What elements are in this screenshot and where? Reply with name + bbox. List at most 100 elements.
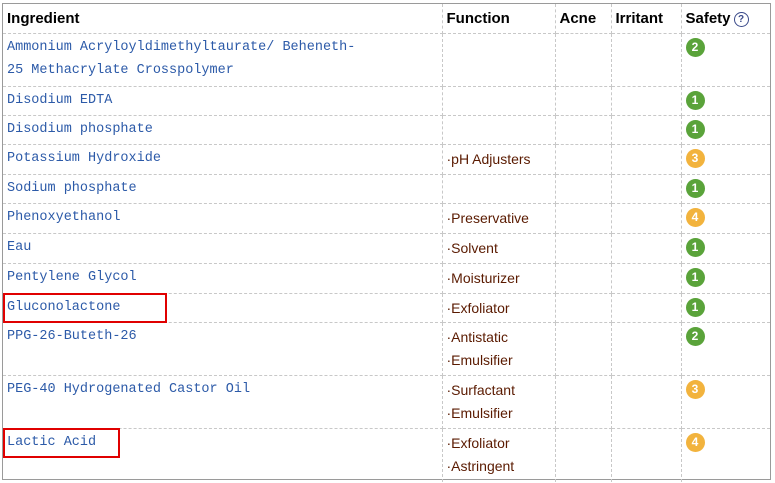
table-row: PPG-26-Buteth-26 ·Antistatic ·Emulsifier 2: [3, 322, 770, 376]
table-row: Sodium phosphate 1: [3, 174, 770, 204]
function-label: ·Antistatic: [446, 329, 508, 345]
ingredient-link[interactable]: Phenoxyethanol: [7, 204, 442, 230]
function-label: ·Exfoliator: [446, 435, 510, 451]
irritant-cell: [611, 233, 682, 264]
function-cell: ·Exfoliator ·Astringent: [442, 428, 556, 482]
ingredient-table-frame: Ingredient Function Acne Irritant Safety…: [2, 3, 771, 482]
safety-score-badge: 1: [685, 91, 705, 110]
irritant-cell: [611, 293, 682, 323]
acne-cell: [555, 322, 612, 376]
ingredient-cell: Disodium EDTA: [3, 86, 443, 116]
ingredient-link[interactable]: Potassium Hydroxide: [7, 145, 442, 171]
table-row: Gluconolactone ·Exfoliator 1: [3, 293, 770, 323]
safety-score-badge: 1: [685, 120, 705, 139]
ingredient-cell: Gluconolactone: [3, 293, 443, 323]
acne-cell: [555, 144, 612, 175]
ingredient-link[interactable]: Lactic Acid: [7, 429, 442, 455]
header-ingredient-label: Ingredient: [7, 10, 80, 27]
ingredient-cell: Sodium phosphate: [3, 174, 443, 204]
ingredient-link[interactable]: PPG-26-Buteth-26: [7, 323, 442, 349]
header-acne: Acne: [555, 4, 612, 34]
safety-score-badge: 1: [685, 179, 705, 198]
table-row: Potassium Hydroxide ·pH Adjusters 3: [3, 144, 770, 175]
ingredient-link[interactable]: Disodium phosphate: [7, 116, 442, 142]
safety-cell: 1: [681, 293, 770, 323]
ingredient-cell: Phenoxyethanol: [3, 203, 443, 234]
acne-cell: [555, 375, 612, 429]
safety-cell: 3: [681, 375, 770, 429]
safety-score-badge: 4: [685, 433, 705, 452]
irritant-cell: [611, 144, 682, 175]
safety-cell: 1: [681, 86, 770, 116]
safety-cell: 1: [681, 233, 770, 264]
ingredient-cell: Ammonium Acryloyldimethyltaurate/ Behene…: [3, 33, 443, 87]
function-label: ·Surfactant: [446, 382, 515, 398]
header-safety: Safety?: [681, 4, 770, 34]
acne-cell: [555, 86, 612, 116]
ingredient-link[interactable]: Ammonium Acryloyldimethyltaurate/ Behene…: [7, 34, 367, 82]
function-label: ·Solvent: [446, 240, 498, 256]
ingredient-link[interactable]: Gluconolactone: [7, 294, 442, 320]
table-row: Disodium EDTA 1: [3, 86, 770, 116]
acne-cell: [555, 263, 612, 294]
header-irritant: Irritant: [611, 4, 682, 34]
ingredient-cell: Potassium Hydroxide: [3, 144, 443, 175]
ingredient-link[interactable]: Pentylene Glycol: [7, 264, 442, 290]
safety-score-badge: 3: [685, 380, 705, 399]
function-label: ·Exfoliator: [446, 300, 510, 316]
safety-cell: 2: [681, 322, 770, 376]
help-icon[interactable]: ?: [733, 12, 749, 27]
irritant-cell: [611, 375, 682, 429]
safety-score-badge: 1: [685, 268, 705, 287]
function-cell: ·Moisturizer: [442, 263, 556, 294]
safety-score-badge: 1: [685, 298, 705, 317]
function-cell: ·Exfoliator: [442, 293, 556, 323]
irritant-cell: [611, 428, 682, 482]
function-label: ·Astringent: [446, 458, 515, 474]
ingredient-table: Ingredient Function Acne Irritant Safety…: [3, 4, 770, 482]
acne-cell: [555, 174, 612, 204]
ingredient-link[interactable]: Eau: [7, 234, 442, 260]
irritant-cell: [611, 263, 682, 294]
header-acne-label: Acne: [559, 10, 597, 27]
ingredient-cell: Pentylene Glycol: [3, 263, 443, 294]
table-header-row: Ingredient Function Acne Irritant Safety…: [3, 4, 770, 34]
function-cell: ·Surfactant ·Emulsifier: [442, 375, 556, 429]
table-row: PEG-40 Hydrogenated Castor Oil ·Surfactan…: [3, 375, 770, 429]
function-cell: [442, 86, 556, 116]
ingredient-link[interactable]: Sodium phosphate: [7, 175, 442, 201]
irritant-cell: [611, 115, 682, 145]
ingredient-cell: Disodium phosphate: [3, 115, 443, 145]
acne-cell: [555, 33, 612, 87]
header-irritant-label: Irritant: [615, 10, 664, 27]
acne-cell: [555, 428, 612, 482]
safety-score-badge: 1: [685, 238, 705, 257]
safety-cell: 1: [681, 174, 770, 204]
ingredient-cell: PPG-26-Buteth-26: [3, 322, 443, 376]
header-function: Function: [442, 4, 556, 34]
function-label: ·Emulsifier: [446, 352, 513, 368]
acne-cell: [555, 233, 612, 264]
table-row: Eau ·Solvent 1: [3, 233, 770, 264]
function-cell: ·pH Adjusters: [442, 144, 556, 175]
function-label: ·Preservative: [446, 210, 529, 226]
table-row: Disodium phosphate 1: [3, 115, 770, 145]
table-row: Lactic Acid ·Exfoliator ·Astringent 4: [3, 428, 770, 482]
irritant-cell: [611, 86, 682, 116]
acne-cell: [555, 115, 612, 145]
ingredient-link[interactable]: PEG-40 Hydrogenated Castor Oil: [7, 376, 442, 402]
function-cell: [442, 33, 556, 87]
ingredient-link[interactable]: Disodium EDTA: [7, 87, 442, 113]
header-safety-label: Safety: [685, 10, 731, 27]
irritant-cell: [611, 33, 682, 87]
safety-score-badge: 3: [685, 149, 705, 168]
ingredient-cell: PEG-40 Hydrogenated Castor Oil: [3, 375, 443, 429]
function-label: ·Moisturizer: [446, 270, 520, 286]
safety-cell: 2: [681, 33, 770, 87]
table-row: Ammonium Acryloyldimethyltaurate/ Behene…: [3, 33, 770, 87]
function-cell: [442, 174, 556, 204]
irritant-cell: [611, 174, 682, 204]
table-row: Phenoxyethanol ·Preservative 4: [3, 203, 770, 234]
ingredient-cell: Eau: [3, 233, 443, 264]
safety-score-badge: 2: [685, 327, 705, 346]
